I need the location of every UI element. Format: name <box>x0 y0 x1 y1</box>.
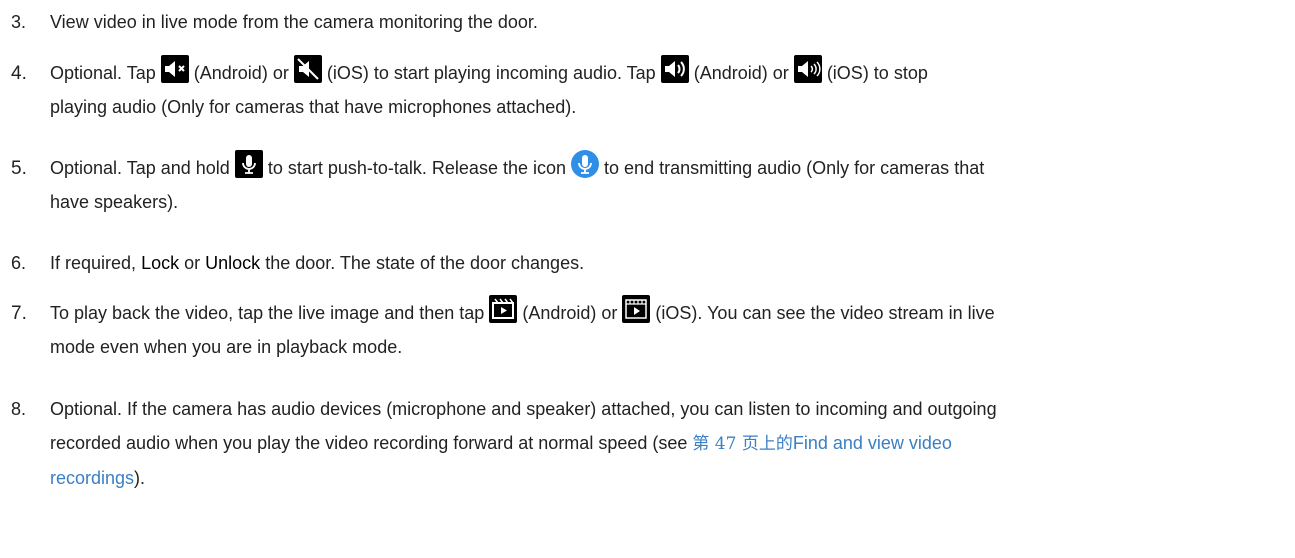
step-number: 8. <box>11 399 27 419</box>
step-text: to end transmitting audio (Only for came… <box>604 158 985 178</box>
step-text: (Android) or <box>193 63 289 83</box>
step-text: have speakers). <box>50 192 179 212</box>
speaker-muted-ios-icon <box>293 55 322 83</box>
step-number: 4. <box>11 63 27 84</box>
step-5: 5. Optional. Tap and hold to start push-… <box>0 150 1280 219</box>
step-text: (Android) or <box>693 63 789 83</box>
step-text: or <box>184 253 201 273</box>
step-3: 3. View video in live mode from the came… <box>0 5 1280 39</box>
step-text: If required, <box>50 253 137 273</box>
step-text: mode even when you are in playback mode. <box>50 337 403 357</box>
step-8: 8. Optional. If the camera has audio dev… <box>0 392 1280 495</box>
step-text: ). <box>134 468 146 488</box>
step-6: 6. If required, Lock or Unlock the door.… <box>0 246 1280 280</box>
step-text: Optional. If the camera has audio device… <box>50 399 997 419</box>
microphone-active-icon <box>571 150 600 178</box>
step-7: 7. To play back the video, tap the live … <box>0 295 1280 364</box>
step-text: to start push-to-talk. Release the icon <box>267 158 566 178</box>
playback-android-icon <box>489 295 518 323</box>
unlock-keyword: Unlock <box>205 253 261 273</box>
step-text: View video in live mode from the camera … <box>50 12 538 32</box>
cross-reference-page-link[interactable]: 第 47 页上的 <box>692 434 792 454</box>
step-text: (iOS). You can see the video stream in l… <box>655 303 995 323</box>
speaker-on-ios-icon <box>793 55 822 83</box>
lock-keyword: Lock <box>141 253 180 273</box>
step-text: (Android) or <box>522 303 618 323</box>
cross-reference-link[interactable]: Find and view video <box>793 433 952 453</box>
step-number: 6. <box>11 253 27 273</box>
speaker-muted-android-icon <box>160 55 189 83</box>
step-number: 3. <box>11 12 27 32</box>
playback-ios-icon <box>622 295 651 323</box>
step-text: Optional. Tap and hold <box>50 158 230 178</box>
speaker-on-android-icon <box>660 55 689 83</box>
step-number: 5. <box>11 158 27 179</box>
step-text: the door. The state of the door changes. <box>265 253 585 273</box>
step-number: 7. <box>11 303 27 324</box>
document-page: 3. View video in live mode from the came… <box>0 0 1295 558</box>
step-text: recorded audio when you play the video r… <box>50 433 688 453</box>
step-text: (iOS) to stop <box>826 63 928 83</box>
step-text: Optional. Tap <box>50 63 156 83</box>
step-text: To play back the video, tap the live ima… <box>50 303 485 323</box>
cross-reference-link-continued[interactable]: recordings <box>50 468 134 488</box>
microphone-icon <box>234 150 263 178</box>
step-4: 4. Optional. Tap (Android) or (iOS) to s… <box>0 55 1280 124</box>
step-text: (iOS) to start playing incoming audio. T… <box>326 63 656 83</box>
step-text: playing audio (Only for cameras that hav… <box>50 97 577 117</box>
